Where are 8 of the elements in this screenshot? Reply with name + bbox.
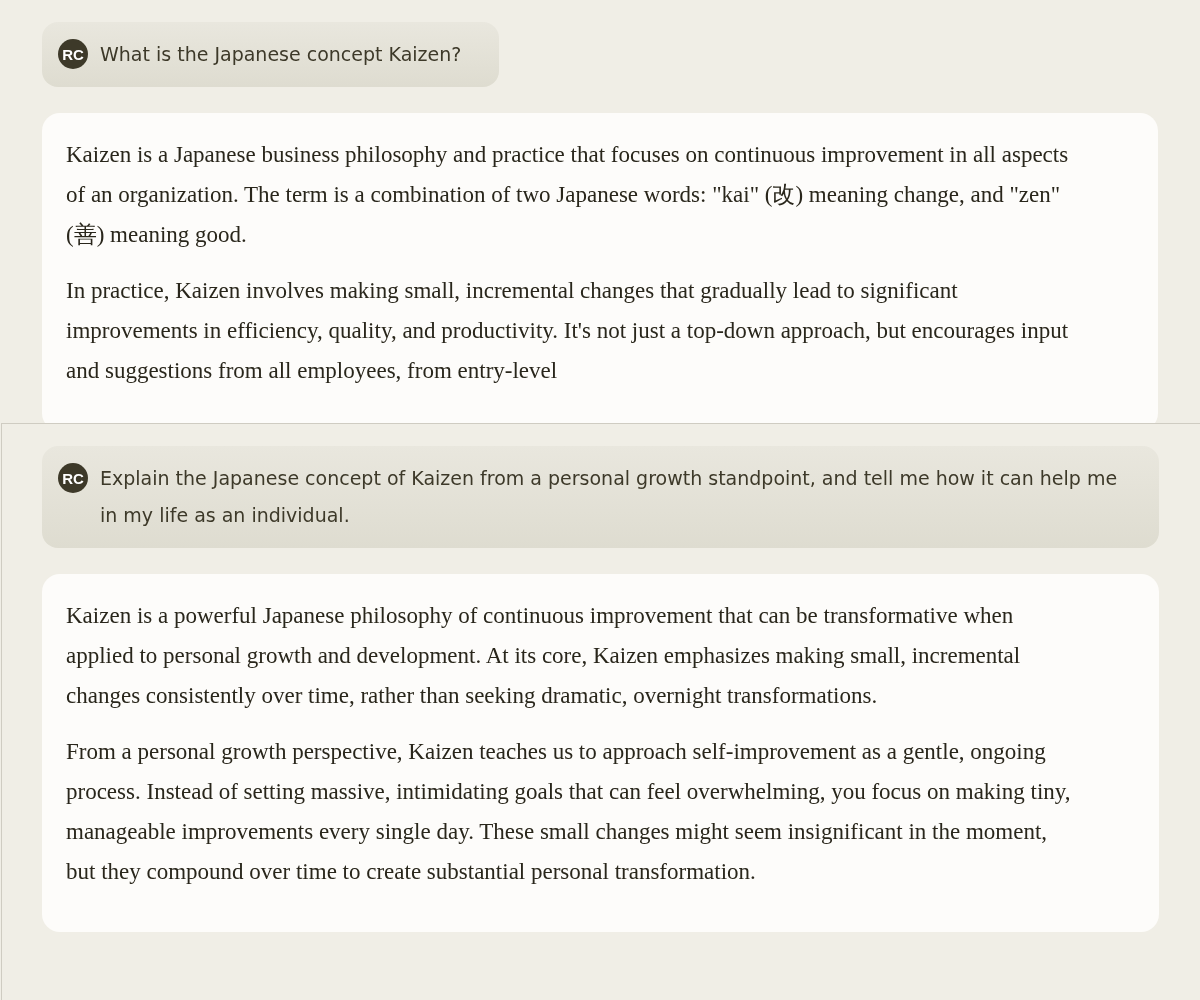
message-text: Explain the Japanese concept of Kaizen from a personal growth standpoint, and tell me how it can help me in my life as an individual. [100,466,1119,528]
response-paragraph: From a personal growth perspective, Kaizen teaches us to approach self-improvement as a gentle, ongoing process. Instead of setting massive, intimidating goals that can feel overwhelming, you focus on making tiny, manageable improvements every single day. These small changes might seem insignificant in the moment, but they compound over time to create substantial personal transformation. [66,738,1072,886]
response-paragraph: Kaizen is a Japanese business philosophy and practice that focuses on continuous improvement in all aspects of an organization. The term is a combination of two Japanese words: "kai" (改) meaning change, and "zen" (善) meaning good. [66,141,1070,249]
avatar: RC [58,463,88,493]
avatar: RC [58,39,88,69]
response-paragraph: Kaizen is a powerful Japanese philosophy of continuous improvement that can be transformative when applied to personal growth and development. At its core, Kaizen emphasizes making small, incremental changes consistently over time, rather than seeking dramatic, overnight transformations. [66,602,1022,710]
message-text: What is the Japanese concept Kaizen? [100,42,462,67]
response-paragraph: In practice, Kaizen involves making small, incremental changes that gradually lead to significant improvements in efficiency, quality, and productivity. It's not just a top-down approach, but encourages input and suggestions from all employees, from entry-level [66,277,1070,385]
